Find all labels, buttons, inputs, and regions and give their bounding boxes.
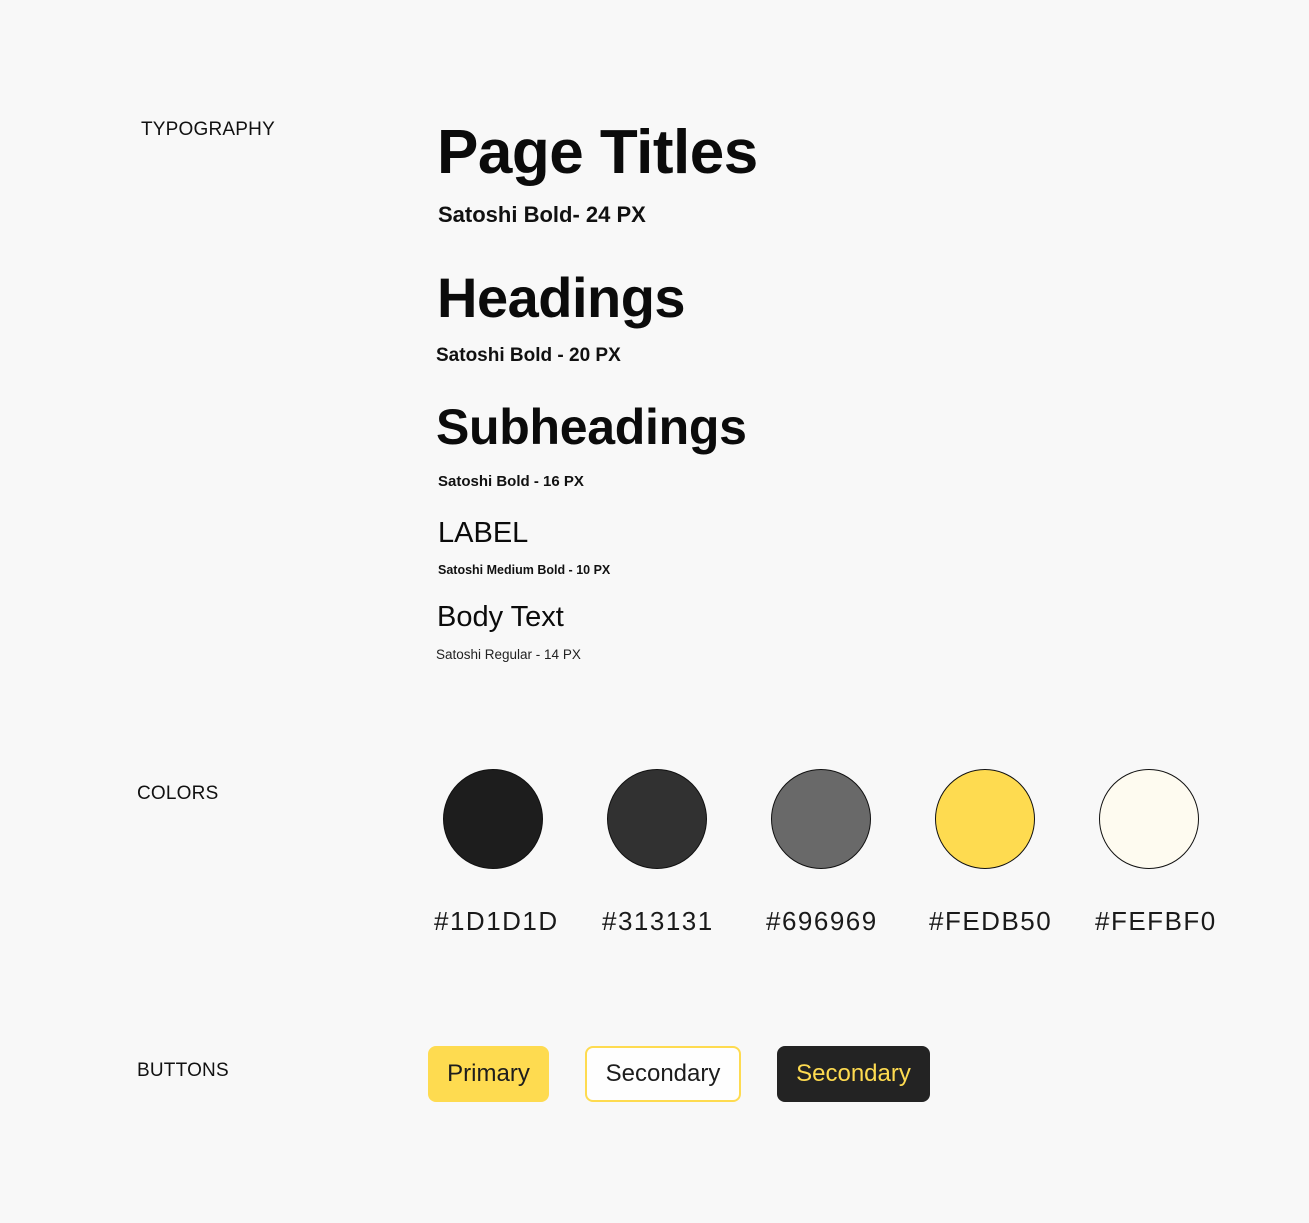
section-label-colors: COLORS — [137, 783, 219, 804]
secondary-outline-button[interactable]: Secondary — [585, 1046, 741, 1102]
section-label-buttons: BUTTONS — [137, 1060, 229, 1081]
color-swatch-1 — [443, 769, 543, 869]
section-label-typography: TYPOGRAPHY — [141, 119, 275, 140]
color-swatch-5 — [1099, 769, 1199, 869]
color-hex-4: #FEDB50 — [929, 906, 1053, 936]
label-sample: LABEL — [438, 517, 529, 549]
color-hex-2: #313131 — [602, 906, 714, 936]
label-spec: Satoshi Medium Bold - 10 PX — [438, 563, 611, 577]
color-swatch-2 — [607, 769, 707, 869]
color-hex-5: #FEFBF0 — [1095, 906, 1217, 936]
color-swatch-4 — [935, 769, 1035, 869]
primary-button[interactable]: Primary — [428, 1046, 549, 1102]
body-text-sample: Body Text — [437, 601, 564, 633]
subheading-sample: Subheadings — [436, 399, 747, 455]
secondary-dark-button[interactable]: Secondary — [777, 1046, 930, 1102]
body-text-spec: Satoshi Regular - 14 PX — [436, 647, 581, 662]
heading-sample: Headings — [437, 266, 686, 329]
page-title-spec: Satoshi Bold- 24 PX — [438, 202, 646, 227]
subheading-spec: Satoshi Bold - 16 PX — [438, 473, 584, 490]
heading-spec: Satoshi Bold - 20 PX — [436, 345, 621, 366]
color-hex-3: #696969 — [766, 906, 878, 936]
color-swatch-3 — [771, 769, 871, 869]
color-hex-1: #1D1D1D — [434, 906, 559, 936]
page-title-sample: Page Titles — [437, 118, 758, 187]
